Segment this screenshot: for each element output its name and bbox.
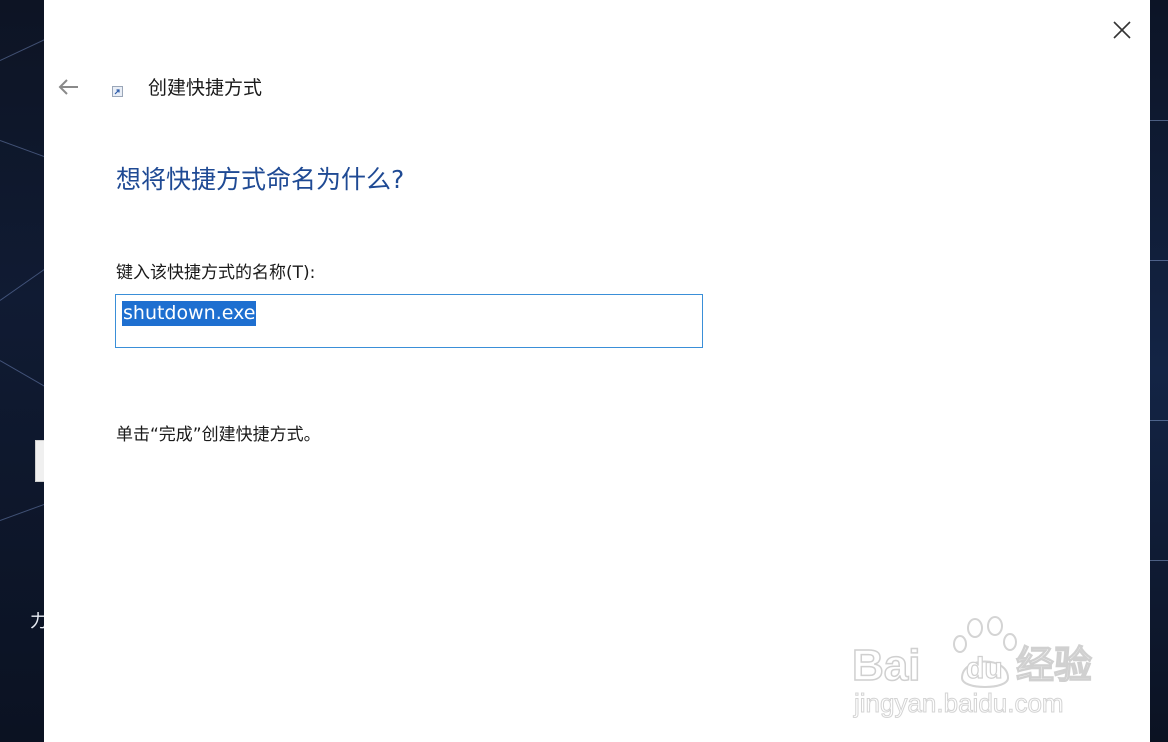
- shortcut-icon: [112, 86, 123, 97]
- desktop-streak: [0, 34, 44, 61]
- desktop-partial-label: 力: [30, 612, 44, 632]
- shortcut-name-value: shutdown.exe: [122, 301, 257, 326]
- back-arrow-icon: [58, 79, 78, 95]
- window-title: 创建快捷方式: [148, 77, 263, 99]
- desktop-streak: [0, 360, 44, 389]
- desktop-streak: [1150, 260, 1168, 261]
- create-shortcut-dialog: 创建快捷方式 想将快捷方式命名为什么? 键入该快捷方式的名称(T): shutd…: [44, 0, 1150, 742]
- shortcut-name-input[interactable]: shutdown.exe: [115, 294, 703, 348]
- finish-instruction: 单击“完成”创建快捷方式。: [116, 425, 321, 445]
- desktop-streak: [0, 499, 44, 521]
- back-button[interactable]: [54, 72, 84, 102]
- background-window-edge: [35, 440, 44, 482]
- close-button[interactable]: [1106, 14, 1138, 46]
- page-heading: 想将快捷方式命名为什么?: [116, 165, 405, 194]
- desktop-background-left: 力: [0, 0, 44, 742]
- desktop-streak: [1150, 420, 1168, 421]
- shortcut-name-label: 键入该快捷方式的名称(T):: [116, 263, 316, 283]
- desktop-background-right: [1150, 0, 1168, 742]
- desktop-streak: [0, 265, 44, 301]
- desktop-streak: [1150, 560, 1168, 561]
- close-icon: [1113, 21, 1131, 39]
- desktop-streak: [1150, 120, 1168, 121]
- desktop-streak: [0, 140, 44, 159]
